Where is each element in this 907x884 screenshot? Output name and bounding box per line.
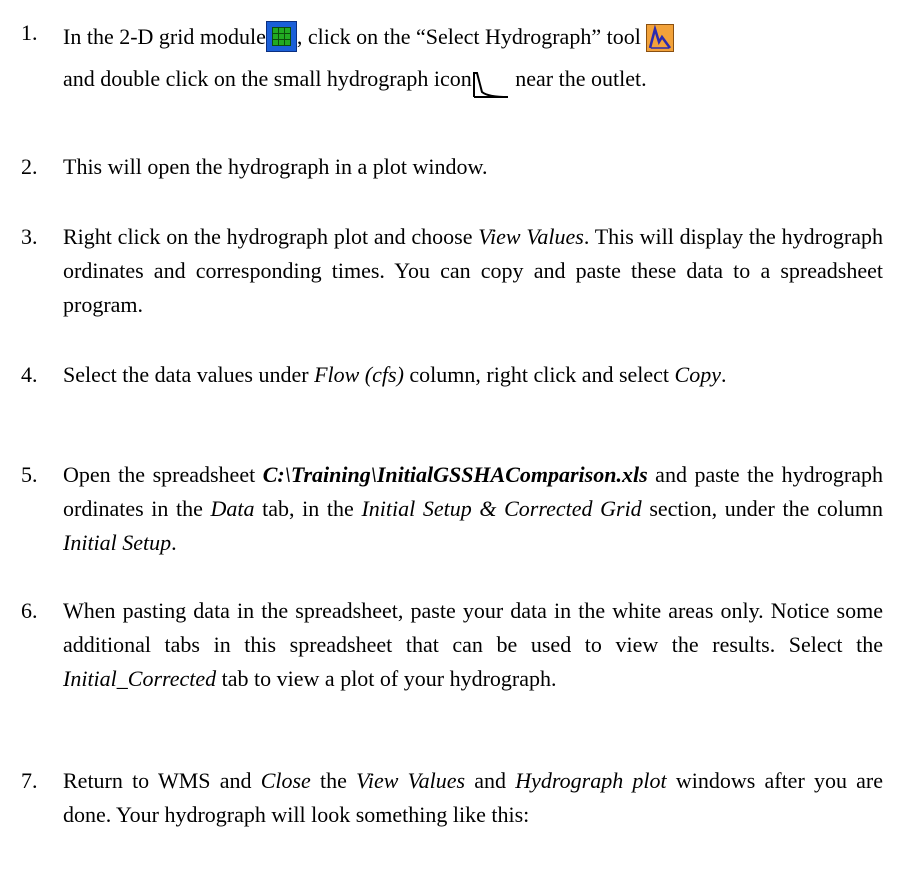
step-number: 5. <box>21 462 38 487</box>
step-4: 4. Select the data values under Flow (cf… <box>21 358 883 392</box>
step-5: 5. Open the spreadsheet C:\Training\Init… <box>21 458 883 560</box>
step-number: 2. <box>21 154 38 179</box>
select-hydrograph-tool-icon <box>646 24 675 52</box>
step-text: When pasting data in the spreadsheet, pa… <box>63 594 883 696</box>
emphasis: View Values <box>478 224 584 249</box>
text: When pasting data in the spreadsheet, pa… <box>63 598 883 657</box>
emphasis: Initial Setup <box>63 530 172 555</box>
text: the <box>310 768 357 793</box>
text: and <box>465 768 516 793</box>
text: . <box>171 530 177 555</box>
emphasis: Copy <box>674 362 721 387</box>
file-path: C:\Training\InitialGSSHAComparison.xls <box>262 462 648 487</box>
step-7: 7. Return to WMS and Close the View Valu… <box>21 764 883 832</box>
step-number: 6. <box>21 598 38 623</box>
step-3: 3. Right click on the hydrograph plot an… <box>21 220 883 322</box>
text: and double click on the small hydrograph… <box>63 66 472 91</box>
small-hydrograph-icon <box>472 70 510 100</box>
text: Select the data values under <box>63 362 315 387</box>
text: near the outlet. <box>509 66 647 91</box>
emphasis: Hydrograph plot <box>515 768 667 793</box>
step-number: 7. <box>21 768 38 793</box>
emphasis: Flow (cfs) <box>314 362 404 387</box>
text: Return to WMS and <box>63 768 261 793</box>
text: In the 2-D grid module <box>63 24 266 49</box>
emphasis: Close <box>260 768 311 793</box>
step-number: 3. <box>21 224 38 249</box>
step-text: Open the spreadsheet C:\Training\Initial… <box>63 458 883 560</box>
step-2: 2. This will open the hydrograph in a pl… <box>21 150 883 184</box>
step-text: Return to WMS and Close the View Values … <box>63 764 883 832</box>
emphasis: Initial Setup & Corrected Grid <box>361 496 642 521</box>
text: column, right click and select <box>403 362 675 387</box>
page: { "steps": [ { "number": "1.", "t1": "In… <box>0 0 907 884</box>
text: This will open the hydrograph in a plot … <box>63 154 488 179</box>
step-text: In the 2-D grid module , click on the “Se… <box>63 16 883 100</box>
step-number: 1. <box>21 20 38 45</box>
text: Right click on the hydrograph plot and c… <box>63 224 479 249</box>
step-text: Right click on the hydrograph plot and c… <box>63 220 883 322</box>
step-text: This will open the hydrograph in a plot … <box>63 150 883 184</box>
text: . <box>721 362 727 387</box>
step-1: 1. In the 2-D grid module , click on the … <box>21 16 883 100</box>
emphasis: Data <box>210 496 255 521</box>
emphasis: Initial_Corrected <box>63 666 217 691</box>
text: tab, in the <box>254 496 362 521</box>
step-text: Select the data values under Flow (cfs) … <box>63 358 883 392</box>
text: tab to view a plot of your hydrograph. <box>216 666 557 691</box>
text: Open the spreadsheet <box>63 462 263 487</box>
text: section, under the column <box>641 496 883 521</box>
emphasis: View Values <box>356 768 466 793</box>
text: , click on the “Select Hydrograph” tool <box>296 24 641 49</box>
grid-module-icon <box>265 21 297 52</box>
step-number: 4. <box>21 362 38 387</box>
step-6: 6. When pasting data in the spreadsheet,… <box>21 594 883 696</box>
